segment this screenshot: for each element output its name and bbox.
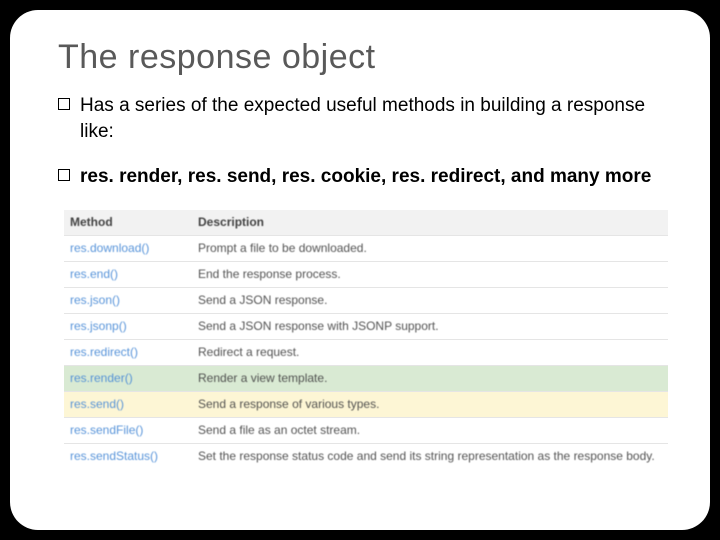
cell-method: res.sendFile()	[70, 423, 198, 437]
bullet-text: Has a series of the expected useful meth…	[80, 95, 645, 142]
cell-method: res.render()	[70, 371, 198, 385]
table-row: res.end() End the response process.	[64, 261, 668, 287]
slide: The response object Has a series of the …	[10, 10, 710, 530]
cell-method: res.jsonp()	[70, 319, 198, 333]
table-row: res.download() Prompt a file to be downl…	[64, 235, 668, 261]
table-row: res.sendStatus() Set the response status…	[64, 443, 668, 469]
cell-description: Send a JSON response.	[198, 293, 662, 307]
cell-description: Render a view template.	[198, 371, 662, 385]
header-description: Description	[198, 215, 662, 229]
cell-description: Prompt a file to be downloaded.	[198, 241, 662, 255]
table-row: res.json() Send a JSON response.	[64, 287, 668, 313]
table-row: res.send() Send a response of various ty…	[64, 391, 668, 417]
cell-description: Redirect a request.	[198, 345, 662, 359]
table-row: res.jsonp() Send a JSON response with JS…	[64, 313, 668, 339]
methods-table: Method Description res.download() Prompt…	[64, 210, 668, 469]
bullet-list: Has a series of the expected useful meth…	[58, 93, 662, 190]
table-row: res.render() Render a view template.	[64, 365, 668, 391]
bullet-text: res. render, res. send, res. cookie, res…	[80, 166, 651, 187]
bullet-item: res. render, res. send, res. cookie, res…	[58, 164, 662, 190]
cell-description: End the response process.	[198, 267, 662, 281]
cell-method: res.sendStatus()	[70, 449, 198, 463]
table-row: res.redirect() Redirect a request.	[64, 339, 668, 365]
header-method: Method	[70, 215, 198, 229]
cell-description: Send a JSON response with JSONP support.	[198, 319, 662, 333]
cell-method: res.redirect()	[70, 345, 198, 359]
slide-title: The response object	[58, 38, 662, 77]
cell-method: res.json()	[70, 293, 198, 307]
cell-description: Send a response of various types.	[198, 397, 662, 411]
cell-method: res.download()	[70, 241, 198, 255]
cell-description: Send a file as an octet stream.	[198, 423, 662, 437]
bullet-item: Has a series of the expected useful meth…	[58, 93, 662, 144]
table-row: res.sendFile() Send a file as an octet s…	[64, 417, 668, 443]
cell-method: res.send()	[70, 397, 198, 411]
cell-description: Set the response status code and send it…	[198, 449, 662, 463]
cell-method: res.end()	[70, 267, 198, 281]
table-header-row: Method Description	[64, 210, 668, 235]
